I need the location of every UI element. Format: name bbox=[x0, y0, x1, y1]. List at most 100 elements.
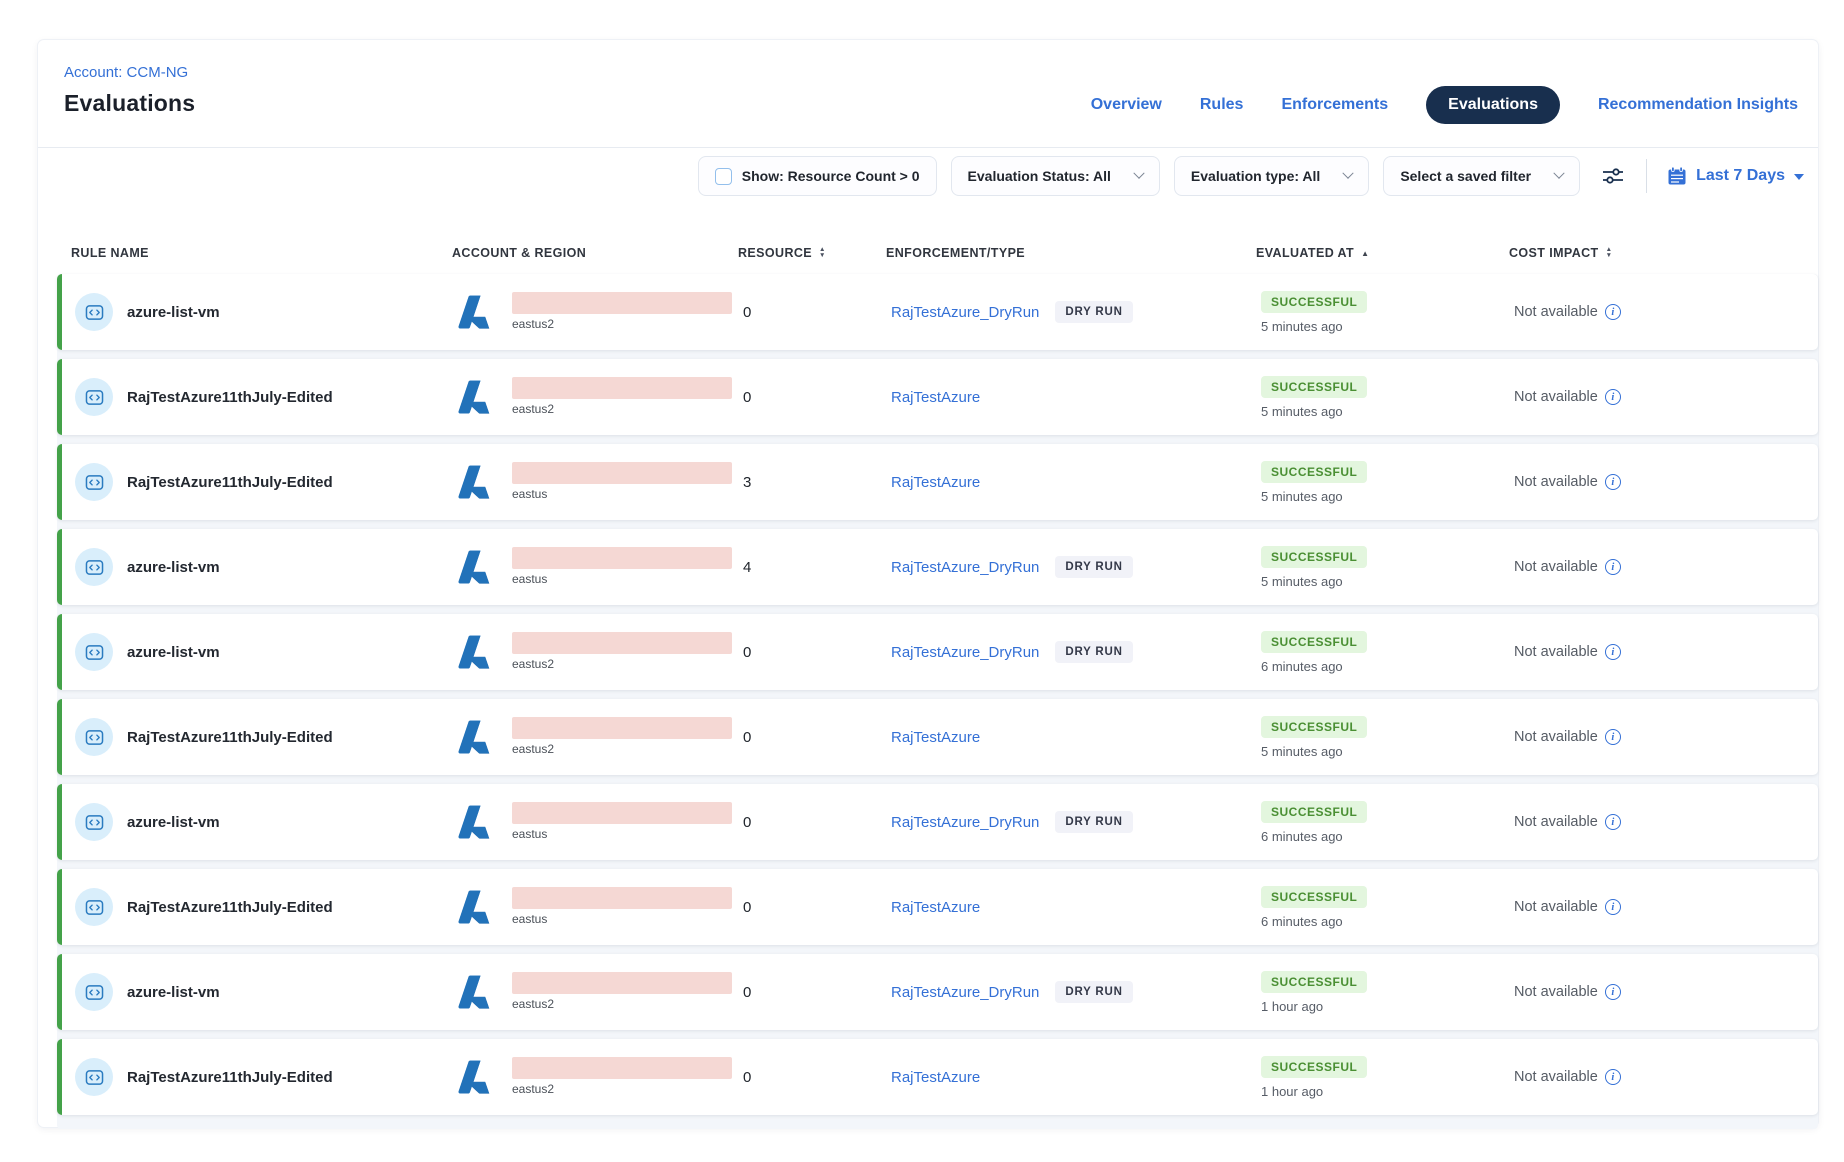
tab-overview[interactable]: Overview bbox=[1091, 96, 1162, 114]
rule-icon bbox=[75, 378, 113, 416]
account-name-redacted bbox=[512, 972, 732, 994]
status-badge: SUCCESSFUL bbox=[1261, 461, 1367, 483]
account-name-redacted bbox=[512, 717, 732, 739]
info-icon[interactable]: i bbox=[1605, 304, 1621, 320]
info-icon[interactable]: i bbox=[1605, 644, 1621, 660]
account-name-redacted bbox=[512, 292, 732, 314]
rule-name: azure-list-vm bbox=[127, 814, 220, 831]
account-region-cell: eastus2 bbox=[457, 632, 743, 672]
info-icon[interactable]: i bbox=[1605, 1069, 1621, 1085]
region-label: eastus2 bbox=[512, 402, 732, 416]
region-label: eastus2 bbox=[512, 1082, 732, 1096]
enforcement-cell: RajTestAzure_DryRun DRY RUN bbox=[891, 641, 1261, 663]
saved-filter-select[interactable]: Select a saved filter bbox=[1383, 156, 1580, 196]
account-region-cell: eastus2 bbox=[457, 1057, 743, 1097]
table-row[interactable]: azure-list-vm eastus 0 RajTestAzure_DryR… bbox=[57, 784, 1818, 860]
table-row[interactable]: RajTestAzure11thJuly-Edited eastus 3 Raj… bbox=[57, 444, 1818, 520]
evaluated-at-cell: SUCCESSFUL 5 minutes ago bbox=[1261, 716, 1514, 759]
rule-icon bbox=[75, 293, 113, 331]
tab-evaluations[interactable]: Evaluations bbox=[1426, 86, 1560, 124]
account-name-redacted bbox=[512, 462, 732, 484]
info-icon[interactable]: i bbox=[1605, 474, 1621, 490]
info-icon[interactable]: i bbox=[1605, 559, 1621, 575]
cost-impact-value: Not available bbox=[1514, 814, 1598, 830]
filter-settings-button[interactable] bbox=[1596, 159, 1630, 193]
azure-icon bbox=[457, 462, 495, 502]
table-row[interactable]: azure-list-vm eastus2 0 RajTestAzure_Dry… bbox=[57, 954, 1818, 1030]
table-row[interactable]: RajTestAzure11thJuly-Edited eastus2 0 Ra… bbox=[57, 1039, 1818, 1115]
table-row[interactable]: RajTestAzure11thJuly-Edited eastus 0 Raj… bbox=[57, 869, 1818, 945]
table-row[interactable]: azure-list-vm eastus 4 RajTestAzure_DryR… bbox=[57, 529, 1818, 605]
enforcement-link[interactable]: RajTestAzure bbox=[891, 389, 980, 406]
table-row[interactable]: azure-list-vm eastus2 0 RajTestAzure_Dry… bbox=[57, 614, 1818, 690]
enforcement-cell: RajTestAzure_DryRun DRY RUN bbox=[891, 811, 1261, 833]
region-label: eastus bbox=[512, 827, 732, 841]
chevron-down-icon bbox=[1343, 168, 1354, 179]
region-label: eastus2 bbox=[512, 317, 732, 331]
dry-run-badge: DRY RUN bbox=[1055, 556, 1132, 578]
cost-impact-cell: Not available i bbox=[1514, 899, 1818, 915]
status-badge: SUCCESSFUL bbox=[1261, 1056, 1367, 1078]
enforcement-link[interactable]: RajTestAzure_DryRun bbox=[891, 644, 1039, 661]
tab-enforcements[interactable]: Enforcements bbox=[1281, 96, 1388, 114]
date-range-select[interactable]: Last 7 Days bbox=[1667, 166, 1804, 186]
resource-count-filter[interactable]: Show: Resource Count > 0 bbox=[698, 156, 937, 196]
rule-icon bbox=[75, 548, 113, 586]
evaluated-time: 6 minutes ago bbox=[1261, 659, 1343, 674]
enforcement-link[interactable]: RajTestAzure_DryRun bbox=[891, 984, 1039, 1001]
table-row[interactable]: RajTestAzure11thJuly-Edited eastus2 0 Ra… bbox=[57, 699, 1818, 775]
page-header: Account: CCM-NG Evaluations Overview Rul… bbox=[38, 40, 1818, 148]
cost-impact-value: Not available bbox=[1514, 389, 1598, 405]
info-icon[interactable]: i bbox=[1605, 389, 1621, 405]
info-icon[interactable]: i bbox=[1605, 729, 1621, 745]
sort-icon[interactable]: ▲▼ bbox=[1606, 247, 1613, 259]
enforcement-link[interactable]: RajTestAzure_DryRun bbox=[891, 814, 1039, 831]
enforcement-link[interactable]: RajTestAzure bbox=[891, 899, 980, 916]
enforcement-link[interactable]: RajTestAzure bbox=[891, 729, 980, 746]
table-row[interactable]: RajTestAzure11thJuly-Edited eastus2 0 Ra… bbox=[57, 359, 1818, 435]
rule-name: RajTestAzure11thJuly-Edited bbox=[127, 729, 333, 746]
account-region-cell: eastus2 bbox=[457, 292, 743, 332]
account-name-redacted bbox=[512, 802, 732, 824]
account-stack: eastus2 bbox=[512, 632, 732, 671]
account-stack: eastus bbox=[512, 547, 732, 586]
rule-name-cell: azure-list-vm bbox=[62, 973, 457, 1011]
account-region-cell: eastus2 bbox=[457, 972, 743, 1012]
evaluated-at-cell: SUCCESSFUL 5 minutes ago bbox=[1261, 461, 1514, 504]
info-icon[interactable]: i bbox=[1605, 899, 1621, 915]
column-header-enforcement-type: ENFORCEMENT/TYPE bbox=[886, 246, 1256, 260]
sort-icon[interactable]: ▲▼ bbox=[819, 247, 826, 259]
rule-name-cell: azure-list-vm bbox=[62, 293, 457, 331]
info-icon[interactable]: i bbox=[1605, 984, 1621, 1000]
cost-impact-value: Not available bbox=[1514, 304, 1598, 320]
account-stack: eastus2 bbox=[512, 972, 732, 1011]
table-row[interactable]: azure-list-vm eastus2 0 RajTestAzure_Dry… bbox=[57, 274, 1818, 350]
sort-ascending-icon[interactable]: ▲ bbox=[1361, 249, 1369, 258]
info-icon[interactable]: i bbox=[1605, 814, 1621, 830]
enforcement-link[interactable]: RajTestAzure_DryRun bbox=[891, 559, 1039, 576]
region-label: eastus bbox=[512, 912, 732, 926]
resource-count: 0 bbox=[743, 899, 891, 916]
dry-run-badge: DRY RUN bbox=[1055, 641, 1132, 663]
enforcement-cell: RajTestAzure_DryRun DRY RUN bbox=[891, 556, 1261, 578]
cost-impact-cell: Not available i bbox=[1514, 304, 1818, 320]
cost-impact-cell: Not available i bbox=[1514, 389, 1818, 405]
enforcement-link[interactable]: RajTestAzure bbox=[891, 474, 980, 491]
cost-impact-cell: Not available i bbox=[1514, 729, 1818, 745]
enforcement-cell: RajTestAzure bbox=[891, 389, 1261, 406]
tab-rules[interactable]: Rules bbox=[1200, 96, 1244, 114]
account-stack: eastus bbox=[512, 802, 732, 841]
account-region-cell: eastus bbox=[457, 547, 743, 587]
evaluation-status-select[interactable]: Evaluation Status: All bbox=[951, 156, 1160, 196]
status-badge: SUCCESSFUL bbox=[1261, 291, 1367, 313]
evaluated-time: 5 minutes ago bbox=[1261, 744, 1343, 759]
enforcement-link[interactable]: RajTestAzure bbox=[891, 1069, 980, 1086]
resource-count-checkbox[interactable] bbox=[715, 168, 732, 185]
breadcrumb-account-link[interactable]: Account: CCM-NG bbox=[64, 64, 195, 81]
evaluation-status-value: Evaluation Status: All bbox=[968, 168, 1111, 184]
evaluation-type-select[interactable]: Evaluation type: All bbox=[1174, 156, 1369, 196]
rule-name: azure-list-vm bbox=[127, 644, 220, 661]
enforcement-link[interactable]: RajTestAzure_DryRun bbox=[891, 304, 1039, 321]
tab-recommendation-insights[interactable]: Recommendation Insights bbox=[1598, 96, 1798, 114]
resource-count: 0 bbox=[743, 389, 891, 406]
